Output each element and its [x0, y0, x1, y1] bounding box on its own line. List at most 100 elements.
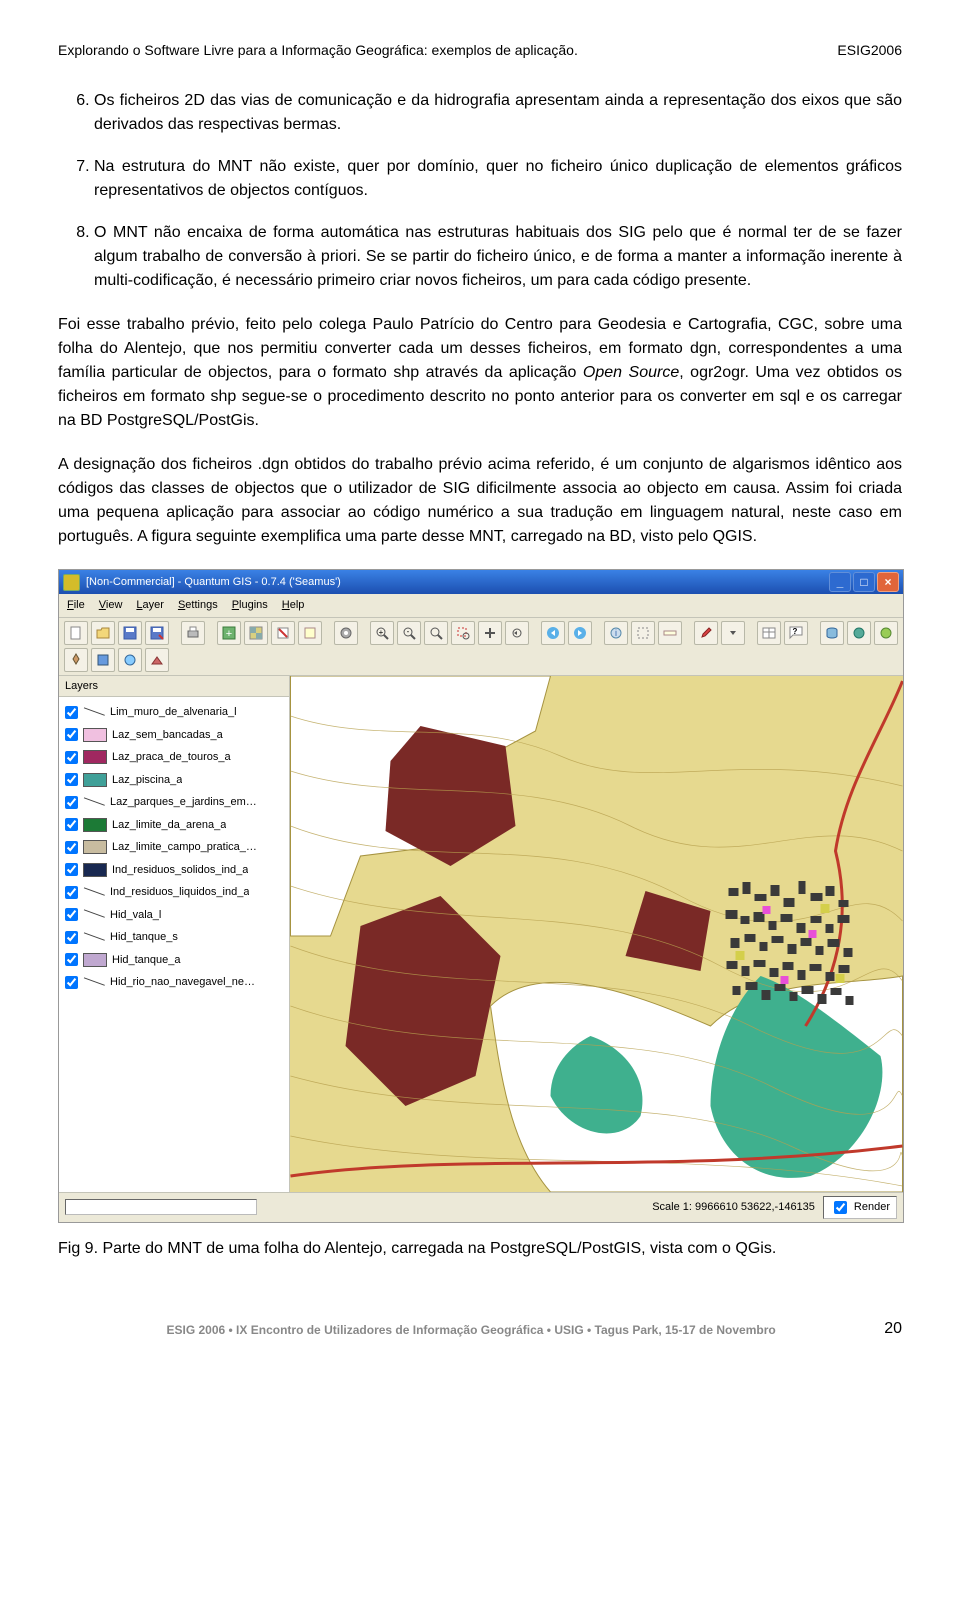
save-as-icon[interactable]	[145, 621, 169, 645]
layer-row[interactable]: Ind_residuos_solidos_ind_a	[63, 859, 289, 882]
layer-checkbox[interactable]	[65, 953, 78, 966]
render-checkbox[interactable]	[834, 1201, 847, 1214]
layer-checkbox[interactable]	[65, 773, 78, 786]
maximize-button[interactable]: □	[853, 572, 875, 592]
gear-icon[interactable]	[334, 621, 358, 645]
layer-line-icon	[83, 887, 105, 897]
layer-line-icon	[83, 977, 105, 987]
list-item: Os ficheiros 2D das vias de comunicação …	[94, 89, 902, 137]
layer-checkbox[interactable]	[65, 706, 78, 719]
layer-row[interactable]: Laz_parques_e_jardins_em_geral	[63, 791, 289, 814]
layer-name: Laz_piscina_a	[112, 772, 182, 789]
plugin-6-icon[interactable]	[145, 648, 169, 672]
zoom-last-icon[interactable]	[505, 621, 529, 645]
layer-checkbox[interactable]	[65, 886, 78, 899]
layer-name: Lim_muro_de_alvenaria_l	[110, 704, 237, 721]
layer-row[interactable]: Hid_rio_nao_navegavel_nem_flutu	[63, 971, 289, 994]
layer-checkbox[interactable]	[65, 931, 78, 944]
menu-file[interactable]: File	[67, 597, 85, 614]
layer-row[interactable]: Laz_limite_da_arena_a	[63, 814, 289, 837]
app-icon	[63, 574, 80, 591]
layer-row[interactable]: Lim_muro_de_alvenaria_l	[63, 701, 289, 724]
plugin-3-icon[interactable]	[64, 648, 88, 672]
table-icon[interactable]	[757, 621, 781, 645]
layer-row[interactable]: Ind_residuos_liquidos_ind_a	[63, 881, 289, 904]
pan-icon[interactable]	[478, 621, 502, 645]
layer-properties-icon[interactable]	[298, 621, 322, 645]
toolbar: + + - i ?	[59, 618, 903, 676]
page-container: Explorando o Software Livre para a Infor…	[0, 0, 960, 1369]
save-icon[interactable]	[118, 621, 142, 645]
select-icon[interactable]	[631, 621, 655, 645]
workspace: Layers Lim_muro_de_alvenaria_lLaz_sem_ba…	[59, 676, 903, 1192]
remove-layer-icon[interactable]	[271, 621, 295, 645]
minimize-button[interactable]: _	[829, 572, 851, 592]
plugin-globe-icon[interactable]	[847, 621, 871, 645]
layers-list[interactable]: Lim_muro_de_alvenaria_l Laz_sem_bancadas_…	[59, 697, 289, 1192]
menu-layer[interactable]: Layer	[136, 597, 164, 614]
titlebar[interactable]: [Non-Commercial] - Quantum GIS - 0.7.4 (…	[59, 570, 903, 594]
print-icon[interactable]	[181, 621, 205, 645]
layer-name: Laz_parques_e_jardins_em_geral	[110, 794, 260, 811]
layer-row[interactable]: Laz_limite_campo_pratica_despo	[63, 836, 289, 859]
zoom-full-icon[interactable]	[424, 621, 448, 645]
edit-icon[interactable]	[694, 621, 718, 645]
plugin-5-icon[interactable]	[118, 648, 142, 672]
add-vector-icon[interactable]: +	[217, 621, 241, 645]
layer-checkbox[interactable]	[65, 863, 78, 876]
layer-checkbox[interactable]	[65, 751, 78, 764]
menu-bar[interactable]: File View Layer Settings Plugins Help	[59, 594, 903, 618]
menu-view[interactable]: View	[99, 597, 123, 614]
zoom-selection-icon[interactable]	[451, 621, 475, 645]
layer-swatch	[83, 953, 107, 967]
db-icon[interactable]	[820, 621, 844, 645]
whatsthis-icon[interactable]: ?	[784, 621, 808, 645]
layer-name: Hid_rio_nao_navegavel_nem_flutu	[110, 974, 260, 991]
layer-name: Ind_residuos_liquidos_ind_a	[110, 884, 249, 901]
layer-row[interactable]: Hid_tanque_s	[63, 926, 289, 949]
plugin-2-icon[interactable]	[874, 621, 898, 645]
svg-text:?: ?	[793, 627, 798, 636]
menu-help[interactable]: Help	[282, 597, 305, 614]
layer-row[interactable]: Hid_tanque_a	[63, 949, 289, 972]
layer-name: Laz_sem_bancadas_a	[112, 727, 223, 744]
edit-dropdown-icon[interactable]	[721, 621, 745, 645]
layer-checkbox[interactable]	[65, 908, 78, 921]
layer-line-icon	[83, 932, 105, 942]
identify-icon[interactable]: i	[604, 621, 628, 645]
running-header: Explorando o Software Livre para a Infor…	[58, 40, 902, 61]
layer-row[interactable]: Laz_piscina_a	[63, 769, 289, 792]
layer-row[interactable]: Hid_vala_l	[63, 904, 289, 927]
map-canvas[interactable]	[290, 676, 903, 1192]
layer-checkbox[interactable]	[65, 976, 78, 989]
body-em: Open Source	[583, 364, 679, 381]
layer-checkbox[interactable]	[65, 728, 78, 741]
layer-line-icon	[83, 797, 105, 807]
plugin-4-icon[interactable]	[91, 648, 115, 672]
layer-row[interactable]: Laz_praca_de_touros_a	[63, 746, 289, 769]
menu-settings[interactable]: Settings	[178, 597, 218, 614]
scale-text: Scale 1: 9966610 53622,-146135	[652, 1199, 815, 1216]
render-toggle[interactable]: Render	[823, 1196, 897, 1219]
zoom-in-icon[interactable]: +	[370, 621, 394, 645]
zoom-out-icon[interactable]: -	[397, 621, 421, 645]
forward-icon[interactable]	[568, 621, 592, 645]
running-header-right: ESIG2006	[837, 40, 902, 61]
body-paragraph: Foi esse trabalho prévio, feito pelo col…	[58, 313, 902, 433]
menu-plugins[interactable]: Plugins	[232, 597, 268, 614]
close-button[interactable]: ×	[877, 572, 899, 592]
layer-line-icon	[83, 707, 105, 717]
qgis-window: [Non-Commercial] - Quantum GIS - 0.7.4 (…	[58, 569, 904, 1223]
layer-checkbox[interactable]	[65, 796, 78, 809]
layer-row[interactable]: Laz_sem_bancadas_a	[63, 724, 289, 747]
add-raster-icon[interactable]	[244, 621, 268, 645]
measure-icon[interactable]	[658, 621, 682, 645]
layer-checkbox[interactable]	[65, 818, 78, 831]
layer-name: Laz_praca_de_touros_a	[112, 749, 231, 766]
layers-panel[interactable]: Layers Lim_muro_de_alvenaria_lLaz_sem_ba…	[59, 676, 290, 1192]
back-icon[interactable]	[541, 621, 565, 645]
new-file-icon[interactable]	[64, 621, 88, 645]
layer-checkbox[interactable]	[65, 841, 78, 854]
open-icon[interactable]	[91, 621, 115, 645]
page-number: 20	[884, 1317, 902, 1341]
